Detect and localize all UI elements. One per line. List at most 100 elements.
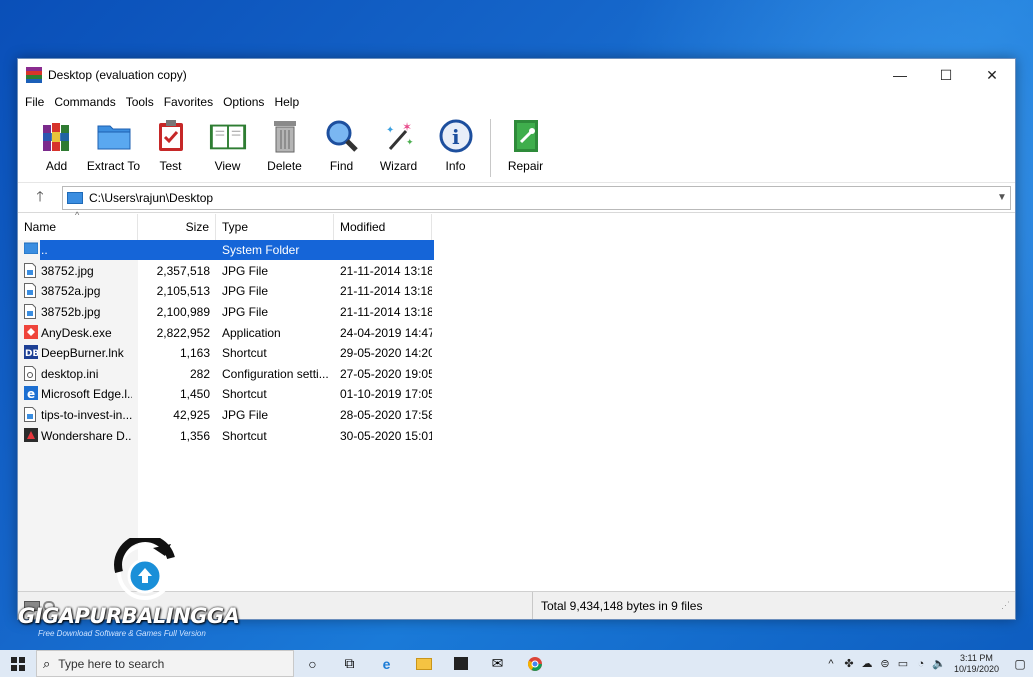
test-label: Test bbox=[159, 159, 182, 173]
close-button[interactable]: ✕ bbox=[969, 59, 1015, 91]
clock[interactable]: 3:11 PM 10/19/2020 bbox=[954, 653, 999, 675]
minimize-button[interactable]: — bbox=[877, 59, 923, 91]
search-icon: ⌕ bbox=[43, 655, 51, 671]
mail-icon[interactable]: ✉ bbox=[479, 650, 516, 677]
clock-date: 10/19/2020 bbox=[953, 663, 999, 674]
battery-icon[interactable]: ▭ bbox=[894, 657, 912, 670]
wondershare-file-icon bbox=[24, 427, 38, 444]
resize-grip-icon[interactable]: ⋰ bbox=[1001, 600, 1015, 611]
file-row[interactable]: desktop.ini 282 Configuration setti... 27-0… bbox=[18, 364, 1015, 385]
watermark-logo-icon bbox=[113, 534, 183, 608]
file-rows: .. System Folder 38752.jpg 2,357,518 JPG Fil… bbox=[18, 240, 1015, 446]
column-modified[interactable]: Modified bbox=[334, 214, 432, 240]
delete-label: Delete bbox=[267, 159, 302, 173]
file-row[interactable]: 38752b.jpg 2,100,989 JPG File 21-11-2014 13… bbox=[18, 302, 1015, 323]
repair-button[interactable]: Repair bbox=[497, 117, 554, 173]
file-size: 282 bbox=[189, 366, 210, 381]
edge-file-icon: e bbox=[24, 386, 38, 402]
file-name: AnyDesk.exe bbox=[41, 325, 112, 340]
image-file-icon bbox=[24, 262, 38, 279]
test-button[interactable]: Test bbox=[142, 117, 199, 173]
delete-button[interactable]: Delete bbox=[256, 117, 313, 173]
file-type: JPG File bbox=[222, 408, 269, 423]
trash-icon bbox=[266, 117, 304, 155]
file-modified: 01-10-2019 17:05 bbox=[340, 387, 432, 402]
windows-start-icon[interactable] bbox=[0, 650, 36, 677]
file-name: tips-to-invest-in... bbox=[41, 408, 132, 423]
status-text: Total 9,434,148 bytes in 9 files bbox=[541, 598, 703, 613]
file-row[interactable]: 38752.jpg 2,357,518 JPG File 21-11-2014 13:… bbox=[18, 261, 1015, 282]
extract-to-button[interactable]: Extract To bbox=[85, 117, 142, 173]
up-arrow-icon[interactable]: 🡑 bbox=[18, 186, 62, 210]
chrome-icon[interactable] bbox=[516, 650, 553, 677]
column-type[interactable]: Type bbox=[216, 214, 334, 240]
menu-commands[interactable]: Commands bbox=[51, 95, 122, 109]
store-icon[interactable] bbox=[442, 650, 479, 677]
edge-icon[interactable]: e bbox=[368, 650, 405, 677]
file-name: DeepBurner.lnk bbox=[41, 346, 124, 361]
menu-file[interactable]: File bbox=[22, 95, 51, 109]
taskbar: ⌕ Type here to search ○ ⧉ e ✉ ^ ✤ ☁ ⊜ ▭ … bbox=[0, 650, 1033, 677]
onedrive-icon[interactable]: ☁ bbox=[858, 657, 876, 670]
image-file-icon bbox=[24, 283, 38, 299]
toolbar-separator bbox=[490, 119, 491, 177]
wizard-button[interactable]: ✶ ✦ ✦ Wizard bbox=[370, 117, 427, 173]
column-size[interactable]: Size bbox=[138, 214, 216, 240]
address-field[interactable]: C:\Users\rajun\Desktop ▼ bbox=[62, 185, 1011, 210]
file-modified: 29-05-2020 14:20 bbox=[340, 346, 432, 361]
dropbox-icon[interactable]: ✤ bbox=[840, 657, 858, 670]
svg-text:DB: DB bbox=[25, 349, 38, 359]
file-row[interactable]: AnyDesk.exe 2,822,952 Application 24-04-201… bbox=[18, 322, 1015, 343]
system-tray: ^ ✤ ☁ ⊜ ▭ ◔ 🔈 3:11 PM 10/19/2020 ▢ bbox=[822, 650, 1033, 677]
wizard-label: Wizard bbox=[379, 159, 418, 173]
file-name-cell: 38752a.jpg bbox=[18, 283, 138, 299]
menu-help[interactable]: Help bbox=[271, 95, 306, 109]
file-row[interactable]: DB DeepBurner.lnk 1,163 Shortcut 29-05-2020 … bbox=[18, 343, 1015, 364]
file-type: Configuration setti... bbox=[222, 366, 329, 381]
notification-icon[interactable]: ▢ bbox=[1007, 657, 1033, 671]
file-name-cell: 38752b.jpg bbox=[18, 304, 138, 320]
file-row[interactable]: e Microsoft Edge.l... 1,450 Shortcut 01-10-2… bbox=[18, 384, 1015, 405]
view-button[interactable]: View bbox=[199, 117, 256, 173]
taskbar-search[interactable]: ⌕ Type here to search bbox=[36, 650, 294, 677]
clipboard-check-icon bbox=[152, 117, 190, 155]
file-size: 2,100,989 bbox=[156, 305, 210, 320]
file-type: Application bbox=[222, 325, 281, 340]
menu-favorites[interactable]: Favorites bbox=[161, 95, 220, 109]
file-name: Wondershare D... bbox=[41, 428, 132, 443]
title-bar[interactable]: Desktop (evaluation copy) — ☐ ✕ bbox=[18, 59, 1015, 91]
file-name: .. bbox=[41, 243, 48, 258]
info-button[interactable]: i Info bbox=[427, 117, 484, 173]
info-icon: i bbox=[437, 117, 475, 155]
image-file-icon bbox=[24, 304, 38, 320]
wifi-icon[interactable]: ◔ bbox=[912, 658, 930, 670]
volume-icon[interactable]: 🔈 bbox=[930, 657, 948, 670]
chevron-up-icon[interactable]: ^ bbox=[822, 658, 840, 670]
config-file-icon bbox=[24, 365, 38, 382]
file-row[interactable]: 38752a.jpg 2,105,513 JPG File 21-11-2014 13… bbox=[18, 281, 1015, 302]
cortana-icon[interactable]: ○ bbox=[294, 650, 331, 677]
file-row[interactable]: Wondershare D... 1,356 Shortcut 30-05-2020 … bbox=[18, 425, 1015, 446]
menu-options[interactable]: Options bbox=[220, 95, 271, 109]
file-modified: 24-04-2019 14:47 bbox=[340, 325, 432, 340]
chevron-down-icon[interactable]: ▼ bbox=[994, 192, 1010, 203]
file-name: 38752b.jpg bbox=[41, 305, 101, 320]
file-name-cell: tips-to-invest-in... bbox=[18, 407, 138, 423]
file-row[interactable]: tips-to-invest-in... 42,925 JPG File 28-05-… bbox=[18, 405, 1015, 426]
sort-ascending-icon: ^ bbox=[75, 210, 80, 220]
maximize-button[interactable]: ☐ bbox=[923, 59, 969, 91]
repair-label: Repair bbox=[507, 159, 544, 173]
file-size: 1,163 bbox=[179, 346, 210, 361]
file-row[interactable]: .. System Folder bbox=[18, 240, 1015, 261]
svg-text:i: i bbox=[452, 125, 460, 149]
file-list[interactable]: ^ Name Size Type Modified .. System Folde… bbox=[18, 210, 1015, 592]
file-explorer-icon[interactable] bbox=[405, 650, 442, 677]
task-view-icon[interactable]: ⧉ bbox=[331, 650, 368, 677]
menu-tools[interactable]: Tools bbox=[123, 95, 161, 109]
file-name-cell: e Microsoft Edge.l... bbox=[18, 386, 138, 402]
network-icon[interactable]: ⊜ bbox=[876, 657, 894, 670]
file-modified: 27-05-2020 19:05 bbox=[340, 366, 432, 381]
file-type: Shortcut bbox=[222, 428, 267, 443]
add-button[interactable]: Add bbox=[28, 117, 85, 173]
find-button[interactable]: Find bbox=[313, 117, 370, 173]
